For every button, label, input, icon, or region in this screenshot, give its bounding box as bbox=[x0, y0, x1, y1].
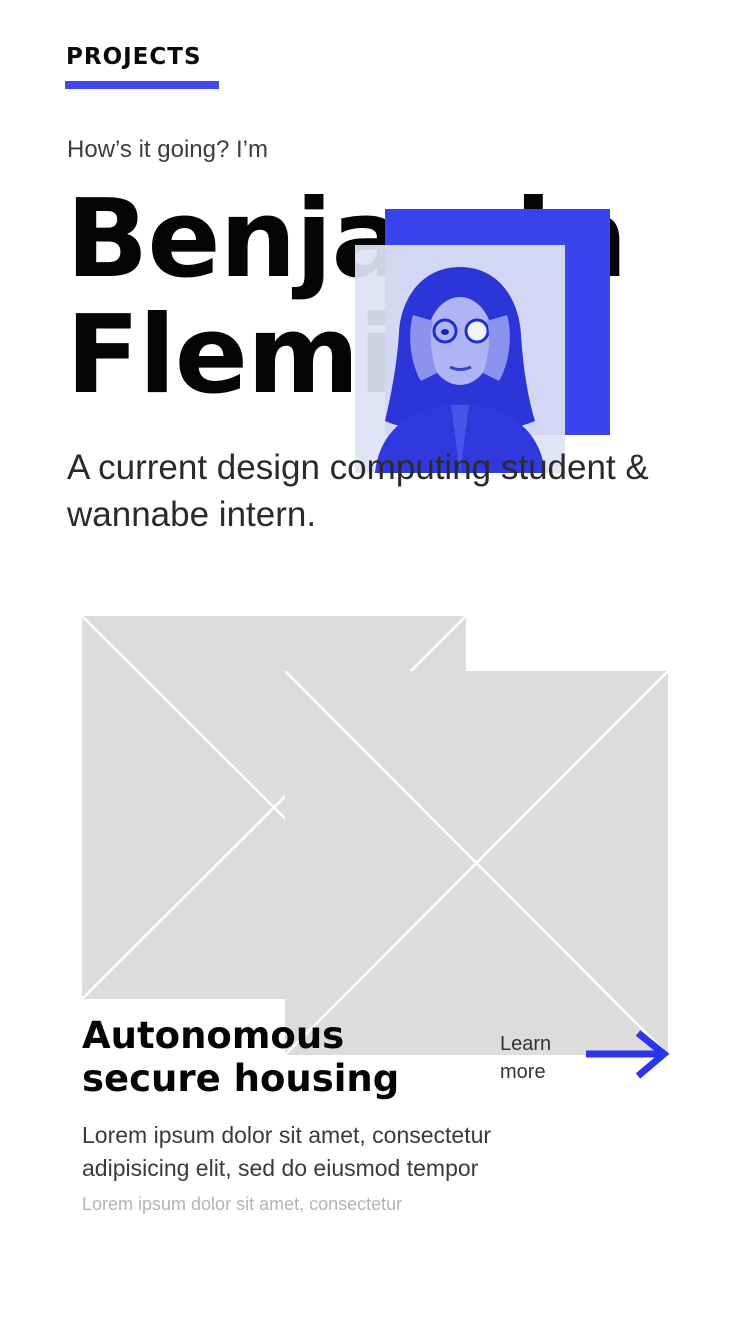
project-description: Lorem ipsum dolor sit amet, consectetur … bbox=[82, 1122, 492, 1181]
project-image-placeholder-front[interactable] bbox=[285, 671, 668, 1055]
project-title: Autonomous secure housing bbox=[82, 1014, 400, 1100]
nav-active-underline bbox=[65, 81, 219, 89]
greeting-text: How’s it going? I’m bbox=[67, 136, 268, 163]
learn-more-link[interactable]: Learn more bbox=[500, 1030, 570, 1086]
arrow-right-icon[interactable] bbox=[586, 1030, 670, 1080]
nav-projects-link[interactable]: PROJECTS bbox=[66, 44, 202, 70]
portrait-image bbox=[355, 245, 565, 473]
project-meta: Lorem ipsum dolor sit amet, consectetur bbox=[82, 1194, 403, 1214]
intro-subtitle: A current design computing student & wan… bbox=[67, 448, 649, 534]
